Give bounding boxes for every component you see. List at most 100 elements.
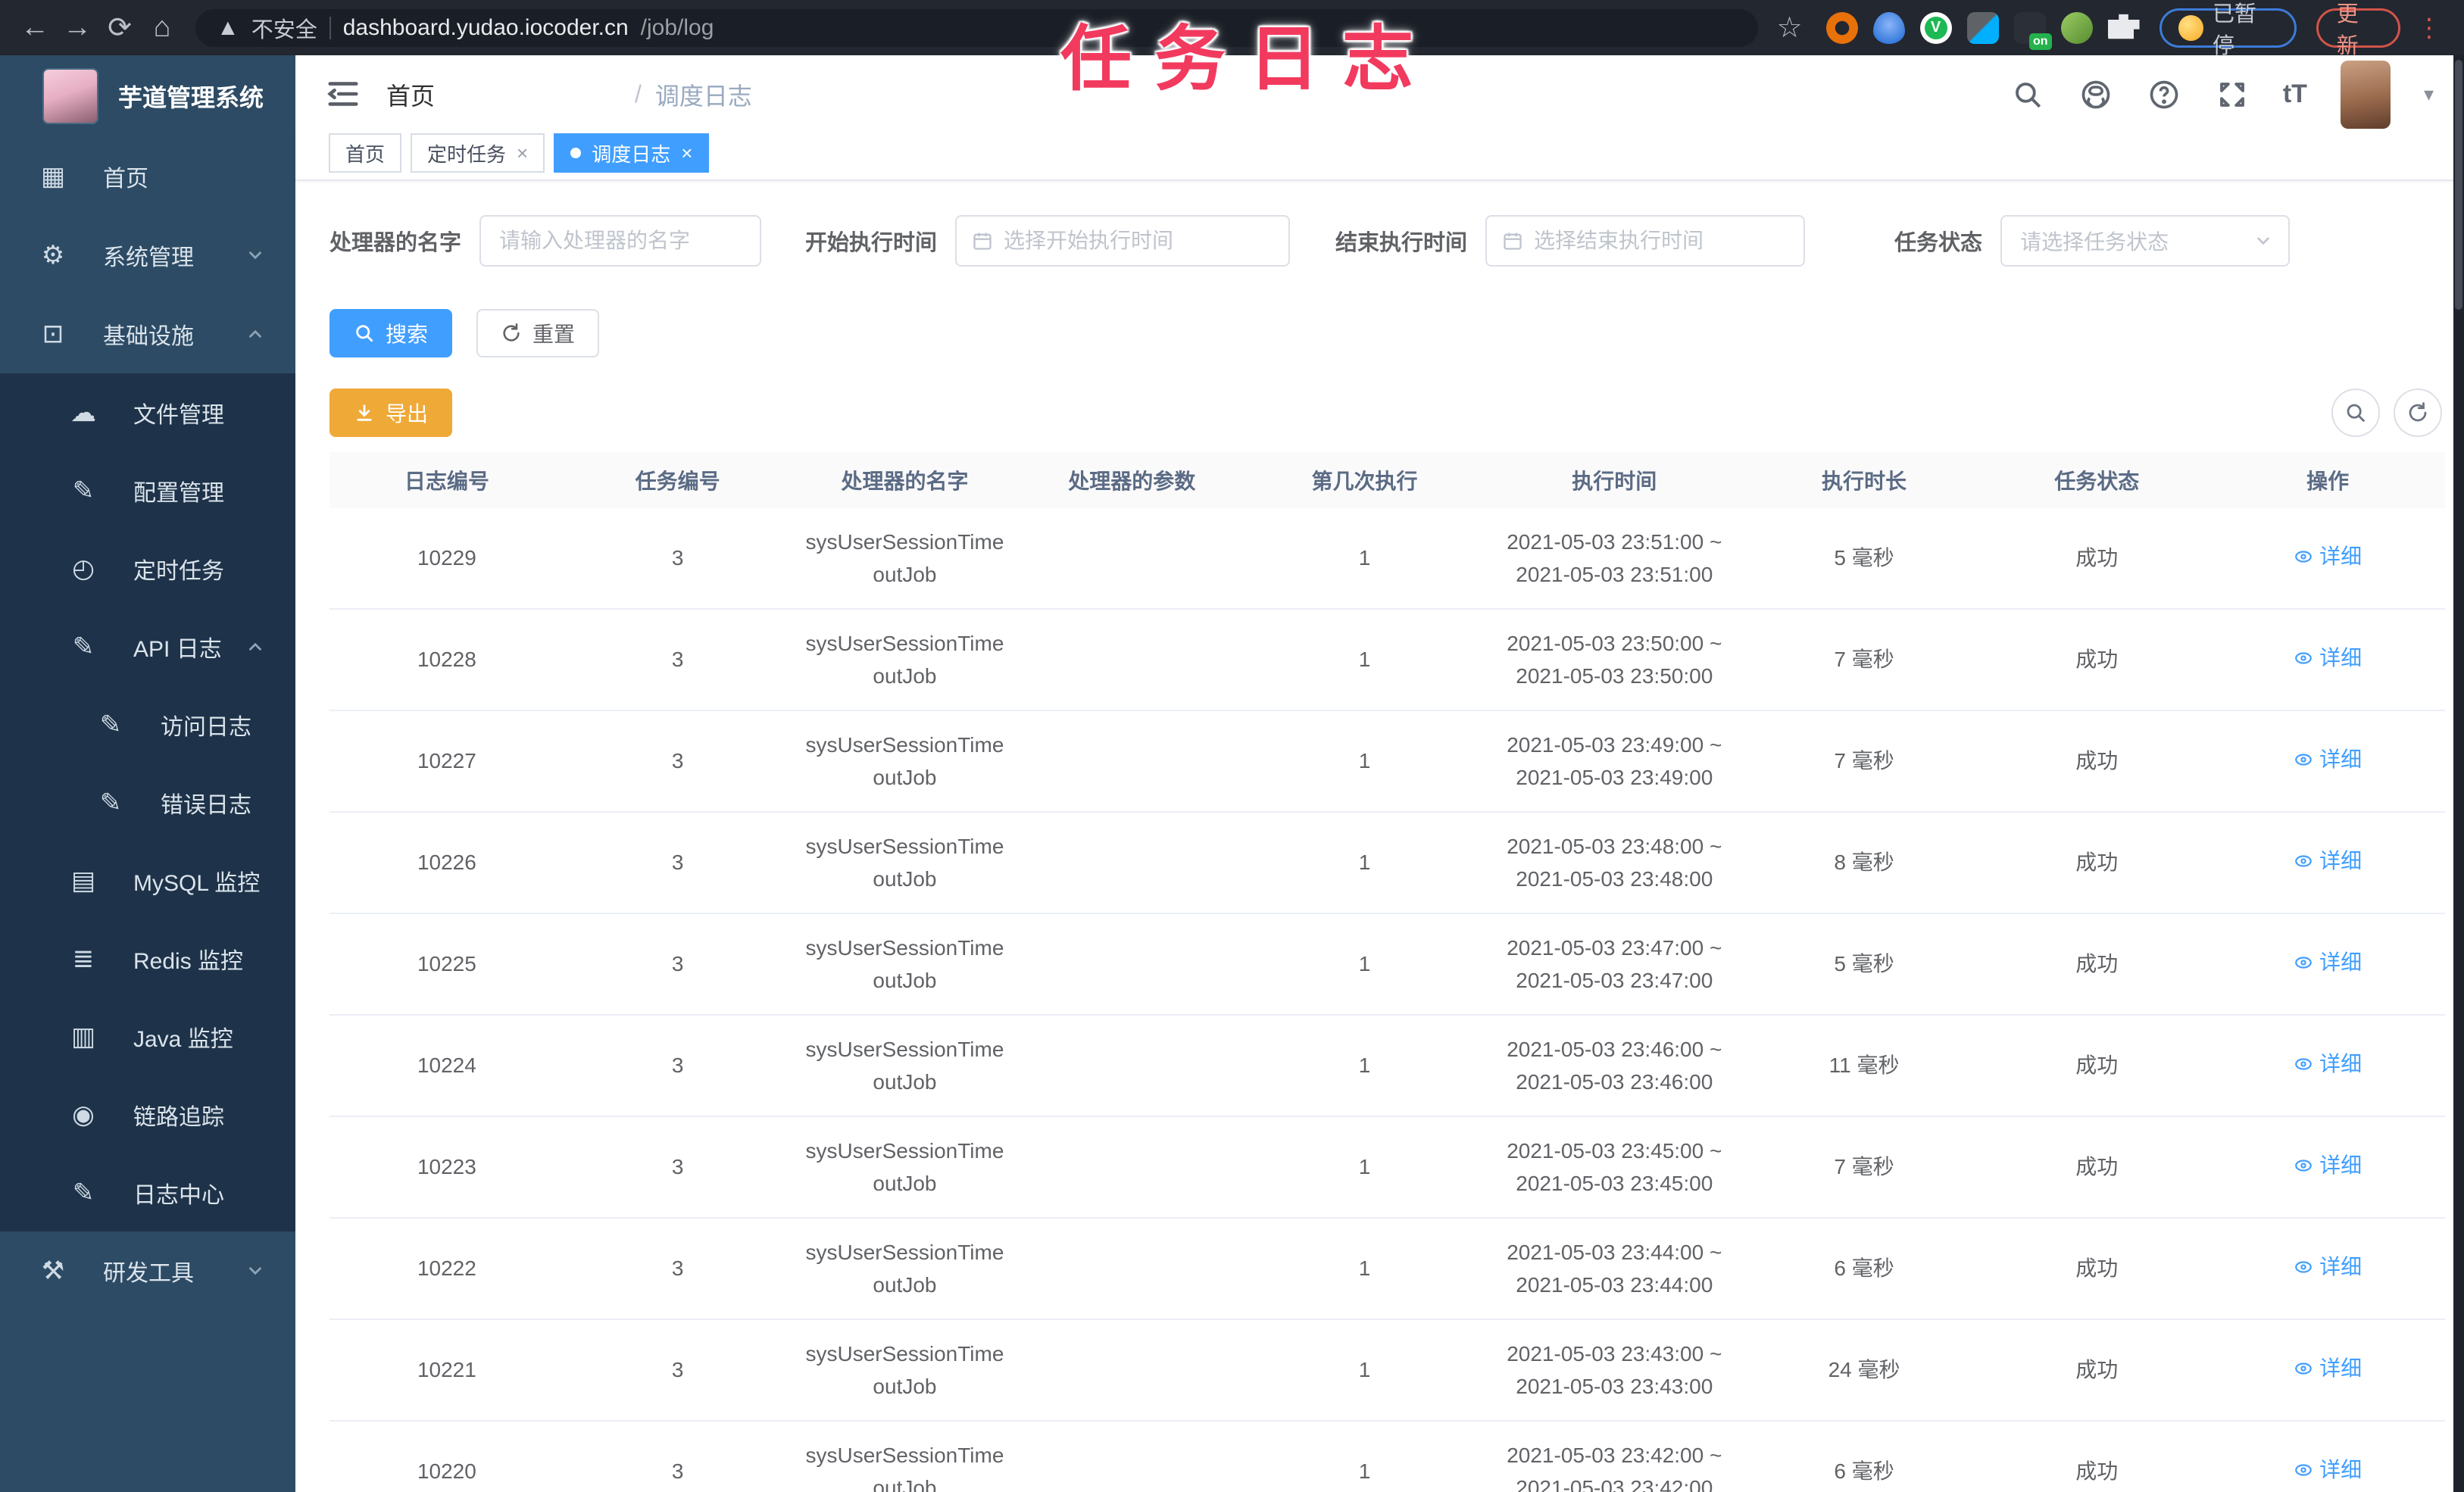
github-icon[interactable] [2078,77,2113,112]
sidebar-item-文件管理[interactable]: ☁ 文件管理 [0,373,295,451]
cell-log-id: 10228 [417,648,476,672]
filter-form: 处理器的名字 开始执行时间 结束执行时间 任务状态 请选择任务状态 [329,214,2445,267]
cell-exec-index: 1 [1358,1459,1371,1484]
extension-icon[interactable]: on [2013,11,2052,50]
column-header-处理器的名字: 处理器的名字 [841,470,969,493]
filter-group: 开始执行时间 [805,215,1291,267]
extension-icon[interactable]: V [1919,11,1952,44]
sidebar-item-Redis-监控[interactable]: ≣ Redis 监控 [0,919,295,997]
close-icon[interactable]: × [681,142,692,165]
tab-定时任务[interactable]: 定时任务 × [411,133,545,173]
detail-link-label: 详细 [2319,950,2363,975]
database-icon: ▤ [70,866,96,895]
dashboard-icon: ▦ [40,162,66,191]
extension-icon[interactable] [1966,11,1999,44]
user-avatar[interactable] [2340,60,2391,129]
cell-status: 成功 [2075,546,2119,570]
address-bar[interactable]: ▲︎ 不安全 dashboard.yudao.iocoder.cn /job/l… [195,8,1758,47]
export-button[interactable]: 导出 [329,389,453,437]
cell-handler-name: sysUserSessionTimeoutJob [805,1341,1004,1398]
sidebar-item-API-日志[interactable]: ✎ API 日志 [0,607,295,685]
sidebar-item-研发工具[interactable]: ⚒ 研发工具 [0,1231,295,1310]
edit-icon: ✎ [72,632,95,661]
monitor-icon: ⊡ [42,320,64,348]
detail-link[interactable]: 详细 [2294,1149,2362,1181]
cell-exec-index: 1 [1358,749,1371,773]
cell-status: 成功 [2075,648,2119,672]
sidebar-item-系统管理[interactable]: ⚙ 系统管理 [0,216,295,295]
chevron-down-icon[interactable]: ▾ [2424,83,2434,106]
detail-link[interactable]: 详细 [2294,946,2362,979]
forward-icon[interactable]: → [56,7,98,49]
sidebar-item-配置管理[interactable]: ✎ 配置管理 [0,451,295,529]
date-input[interactable] [1523,217,1804,265]
scrollbar[interactable] [2453,55,2464,1492]
detail-link[interactable]: 详细 [2294,1453,2362,1486]
filter-label: 结束执行时间 [1335,231,1468,255]
reload-icon[interactable]: ⟳ [98,7,141,49]
search-icon[interactable] [2010,77,2045,112]
cell-log-id: 10222 [417,1256,476,1281]
sidebar-item-Java-监控[interactable]: ▥ Java 监控 [0,997,295,1075]
paused-badge[interactable]: 已暂停 [2159,2,2297,58]
cell-task-id: 3 [671,648,684,672]
detail-link[interactable]: 详细 [2294,743,2362,776]
search-button[interactable]: 搜索 [329,309,453,357]
extension-icon[interactable] [2060,11,2093,44]
reset-button[interactable]: 重置 [476,309,600,357]
sidebar-item-错误日志[interactable]: ✎ 错误日志 [0,763,295,841]
breadcrumb-separator: / [635,80,642,108]
fullscreen-icon[interactable] [2215,77,2250,112]
detail-link[interactable]: 详细 [2294,641,2362,674]
back-icon[interactable]: ← [14,7,56,49]
close-icon[interactable]: × [517,142,528,165]
tab-label: 调度日志 [592,142,671,166]
detail-link[interactable]: 详细 [2294,844,2362,877]
cell-task-id: 3 [671,851,684,875]
sidebar-item-链路追踪[interactable]: ◉ 链路追踪 [0,1075,295,1153]
sidebar-item-定时任务[interactable]: ◴ 定时任务 [0,529,295,607]
tag-view-bar: 首页 定时任务 × 调度日志 × [295,133,2464,181]
cell-handler-name: sysUserSessionTimeoutJob [805,1240,1004,1297]
detail-link-label: 详细 [2319,1153,2363,1178]
sidebar-fold-icon[interactable] [326,76,362,113]
home-icon[interactable]: ⌂ [141,7,183,49]
search-button-label: 搜索 [386,323,429,346]
bookmark-star-icon[interactable]: ☆ [1769,7,1811,49]
cell-duration: 11 毫秒 [1828,1053,1900,1078]
app-logo-row[interactable]: 芋道管理系统 [0,55,295,137]
detail-link[interactable]: 详细 [2294,1250,2362,1283]
extension-icon[interactable] [1872,11,1905,44]
calendar-icon [973,233,992,250]
tab-首页[interactable]: 首页 [329,133,402,173]
detail-link[interactable]: 详细 [2294,1352,2362,1384]
sidebar-item-首页[interactable]: ▦ 首页 [0,137,295,216]
refresh-icon[interactable] [2394,389,2442,437]
help-icon[interactable] [2147,77,2181,112]
cell-log-id: 10226 [417,851,476,875]
handler-name-input[interactable] [481,217,760,265]
extension-icon[interactable] [1825,11,1858,44]
detail-link[interactable]: 详细 [2294,540,2362,573]
table-row-10227: 10227 3 sysUserSessionTimeoutJob 1 2021-05-0… [329,711,2445,813]
cell-exec-time: 2021-05-03 23:45:00 ~2021-05-03 23:45:00 [1507,1138,1722,1195]
cell-actions: 详细 [2210,1047,2445,1083]
tab-调度日志[interactable]: 调度日志 × [554,133,710,173]
sidebar-item-基础设施[interactable]: ⊡ 基础设施 [0,295,295,373]
cell-status: 成功 [2075,952,2119,976]
scrollbar-thumb[interactable] [2455,60,2462,310]
font-size-icon[interactable]: tT [2283,80,2307,109]
browser-menu-icon[interactable]: ⋮ [2408,7,2450,49]
sidebar-item-MySQL-监控[interactable]: ▤ MySQL 监控 [0,841,295,919]
cell-duration: 7 毫秒 [1834,1155,1894,1179]
puzzle-extension-icon[interactable] [2107,14,2140,39]
detail-link[interactable]: 详细 [2294,1047,2362,1080]
task-status-select[interactable]: 请选择任务状态 [2000,215,2291,267]
breadcrumb-home[interactable]: 首页 [386,77,621,112]
browser-update-button[interactable]: 更新 [2316,2,2400,58]
date-input[interactable] [993,217,1289,265]
sidebar-item-访问日志[interactable]: ✎ 访问日志 [0,685,295,763]
toggle-search-icon[interactable] [2331,389,2380,437]
sidebar: 芋道管理系统 ▦ 首页 ⚙ 系统管理 ⊡ 基础设施 ☁ 文件管理 ✎ 配置管理 ◴ 定时任务 ✎ API … [0,55,295,1492]
sidebar-item-日志中心[interactable]: ✎ 日志中心 [0,1153,295,1231]
